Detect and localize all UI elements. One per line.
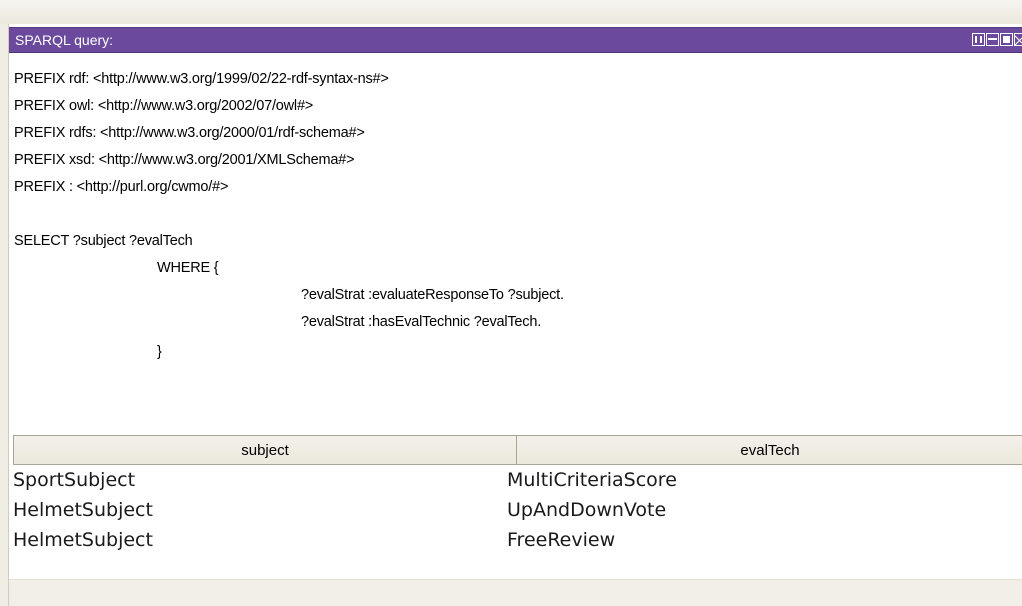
top-strip xyxy=(0,0,1022,24)
query-line: PREFIX rdfs: <http://www.w3.org/2000/01/… xyxy=(14,125,365,141)
column-header-evaltech[interactable]: evalTech xyxy=(517,435,1022,465)
sparql-query-panel: SPARQL query: PREFIX rdf: <http://www.w3… xyxy=(8,24,1022,606)
query-editor[interactable]: PREFIX rdf: <http://www.w3.org/1999/02/2… xyxy=(9,54,1022,432)
query-line: PREFIX : <http://purl.org/cwmo/#> xyxy=(14,179,229,195)
table-row[interactable]: HelmetSubject FreeReview xyxy=(13,525,1022,555)
table-cell-subject: SportSubject xyxy=(13,469,136,491)
maximize-icon[interactable] xyxy=(1000,33,1013,46)
table-cell-evaltech: FreeReview xyxy=(507,529,616,551)
panel-title: SPARQL query: xyxy=(15,32,114,48)
query-line: ?evalStrat :evaluateResponseTo ?subject. xyxy=(301,287,564,303)
query-line: ?evalStrat :hasEvalTechnic ?evalTech. xyxy=(301,314,542,330)
column-header-subject[interactable]: subject xyxy=(13,435,517,465)
table-row[interactable]: SportSubject MultiCriteriaScore xyxy=(13,465,1022,495)
panel-title-bar: SPARQL query: xyxy=(9,27,1022,53)
tile-icon[interactable] xyxy=(986,33,999,46)
table-cell-evaltech: UpAndDownVote xyxy=(507,499,667,521)
table-cell-evaltech: MultiCriteriaScore xyxy=(507,469,677,491)
query-line: PREFIX rdf: <http://www.w3.org/1999/02/2… xyxy=(14,71,389,87)
close-icon[interactable] xyxy=(1014,33,1022,46)
query-line: PREFIX xsd: <http://www.w3.org/2001/XMLS… xyxy=(14,152,355,168)
window-controls xyxy=(972,33,1022,47)
table-empty-area xyxy=(9,579,1022,606)
cascade-icon[interactable] xyxy=(972,33,985,46)
query-line: WHERE { xyxy=(157,260,219,276)
query-line: PREFIX owl: <http://www.w3.org/2002/07/o… xyxy=(14,98,314,114)
table-cell-subject: HelmetSubject xyxy=(13,499,153,521)
table-cell-subject: HelmetSubject xyxy=(13,529,153,551)
table-row[interactable]: HelmetSubject UpAndDownVote xyxy=(13,495,1022,525)
results-table-body: SportSubject MultiCriteriaScore HelmetSu… xyxy=(13,465,1022,555)
query-line: } xyxy=(157,344,162,360)
results-table-header: subject evalTech xyxy=(13,435,1022,465)
query-line: SELECT ?subject ?evalTech xyxy=(14,233,193,249)
